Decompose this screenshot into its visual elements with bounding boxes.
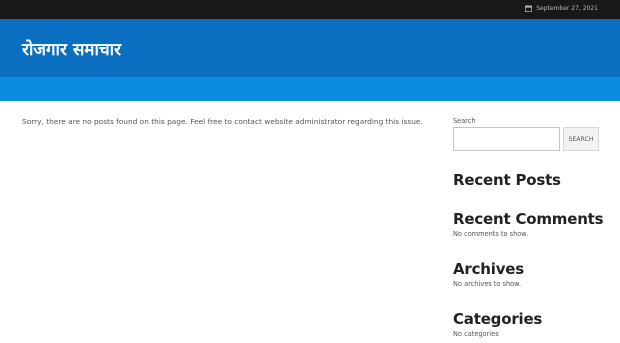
recent-posts-title: Recent Posts <box>453 171 561 189</box>
recent-comments-text: No comments to show. <box>453 230 529 238</box>
header-date: September 27, 2021 <box>525 5 598 12</box>
archives-text: No archives to show. <box>453 280 522 288</box>
date-text: September 27, 2021 <box>536 5 598 12</box>
categories-title: Categories <box>453 310 543 328</box>
main-navigation <box>0 77 620 101</box>
site-title[interactable]: रोजगार समाचार <box>22 37 121 60</box>
recent-comments-title: Recent Comments <box>453 210 604 228</box>
search-label: Search <box>453 117 476 125</box>
calendar-icon <box>525 5 533 12</box>
content-area: Sorry, there are no posts found on this … <box>22 117 432 126</box>
search-input[interactable] <box>453 127 560 151</box>
search-button[interactable]: SEARCH <box>563 127 599 151</box>
no-posts-notice: Sorry, there are no posts found on this … <box>22 117 423 126</box>
categories-text: No categories <box>453 330 499 338</box>
archives-title: Archives <box>453 260 524 278</box>
top-bar: September 27, 2021 <box>0 0 620 19</box>
site-header: रोजगार समाचार <box>0 19 620 77</box>
